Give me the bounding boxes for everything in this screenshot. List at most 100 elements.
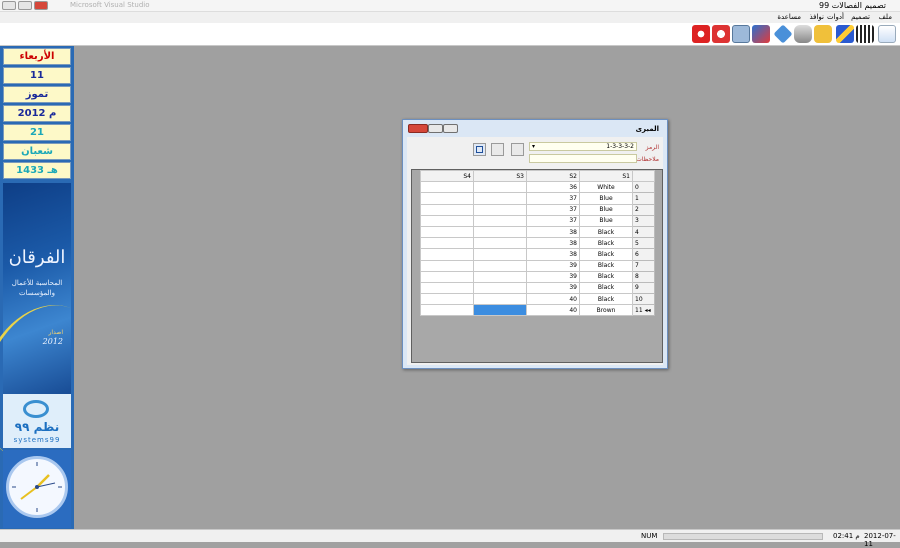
notes-field[interactable]: [529, 154, 637, 163]
cell-s1[interactable]: Black: [579, 248, 633, 261]
search-icon[interactable]: [712, 25, 730, 43]
delete-icon[interactable]: [511, 143, 524, 156]
row-index[interactable]: 4: [632, 225, 655, 239]
maximize-button[interactable]: [18, 1, 32, 10]
cell-s1[interactable]: Black: [579, 259, 633, 272]
dialog-minimize-button[interactable]: [443, 124, 458, 133]
dialog-close-button[interactable]: [408, 124, 428, 133]
cell-s2[interactable]: 38: [526, 237, 580, 250]
cell-s4[interactable]: [420, 181, 474, 194]
cell-s4[interactable]: [420, 237, 474, 250]
menu-tools[interactable]: أدوات: [827, 13, 844, 21]
cell-s1[interactable]: Black: [579, 281, 633, 295]
cell-s2[interactable]: 38: [526, 248, 580, 261]
cell-s3[interactable]: [473, 293, 527, 306]
table-row[interactable]: 37 Blue 3: [420, 214, 655, 227]
menu-windows[interactable]: نوافذ: [809, 13, 824, 21]
chevron-down-icon[interactable]: ▾: [532, 143, 535, 151]
sizes-grid[interactable]: S4 S3 S2 S1 36 White 0 37 Blue 1 37 Blue 2 37 B…: [411, 169, 663, 363]
lock-icon[interactable]: [814, 25, 832, 43]
col-header-s2[interactable]: S2: [526, 169, 580, 183]
code-combo[interactable]: 1-3-3-3-2 ▾: [529, 142, 637, 151]
cell-s2[interactable]: 39: [526, 259, 580, 272]
cell-s1[interactable]: Blue: [579, 203, 633, 216]
table-row[interactable]: 38 Black 5: [420, 237, 655, 250]
col-header-s4[interactable]: S4: [420, 169, 474, 183]
cell-s3[interactable]: [473, 214, 527, 227]
cell-s4[interactable]: [420, 281, 474, 295]
new-icon[interactable]: [878, 25, 896, 43]
cell-s4[interactable]: [420, 192, 474, 205]
table-row-current[interactable]: 40 Brown 11 ◂◂: [420, 304, 655, 317]
cell-s4[interactable]: [420, 225, 474, 239]
minimize-button[interactable]: [2, 1, 16, 10]
cell-s2[interactable]: 38: [526, 225, 580, 239]
close-button[interactable]: [34, 1, 48, 10]
cell-s2[interactable]: 37: [526, 203, 580, 216]
cell-s4[interactable]: [420, 203, 474, 216]
cell-s1[interactable]: Black: [579, 237, 633, 250]
cell-s1[interactable]: Blue: [579, 214, 633, 227]
col-header-s1[interactable]: S1: [579, 169, 633, 183]
cell-s1[interactable]: Black: [579, 225, 633, 239]
cell-s1[interactable]: White: [579, 181, 633, 194]
row-index[interactable]: 1: [632, 192, 655, 205]
cell-s1[interactable]: Brown: [579, 304, 633, 317]
cell-s2[interactable]: 40: [526, 293, 580, 306]
row-index[interactable]: 7: [632, 259, 655, 272]
table-row[interactable]: 39 Black 8: [420, 270, 655, 283]
cell-s3-selected[interactable]: [473, 304, 527, 317]
table-row[interactable]: 38 Black 4: [420, 225, 655, 239]
table-row[interactable]: 36 White 0: [420, 181, 655, 194]
cell-s1[interactable]: Black: [579, 293, 633, 306]
cell-s3[interactable]: [473, 181, 527, 194]
menu-design[interactable]: تصميم: [851, 13, 870, 21]
cell-s2[interactable]: 36: [526, 181, 580, 194]
cell-s4[interactable]: [420, 304, 474, 317]
brush-icon[interactable]: [836, 25, 854, 43]
row-index[interactable]: 2: [632, 203, 655, 216]
cell-s2[interactable]: 37: [526, 192, 580, 205]
row-index[interactable]: 10: [632, 293, 655, 306]
card-icon[interactable]: [752, 25, 770, 43]
table-row[interactable]: 37 Blue 2: [420, 203, 655, 216]
cell-s3[interactable]: [473, 270, 527, 283]
new-page-icon[interactable]: [491, 143, 504, 156]
table-row[interactable]: 39 Black 7: [420, 259, 655, 272]
power-icon[interactable]: [692, 25, 710, 43]
dialog-maximize-button[interactable]: [428, 124, 443, 133]
save-icon[interactable]: [473, 143, 486, 156]
cell-s4[interactable]: [420, 248, 474, 261]
cell-s3[interactable]: [473, 203, 527, 216]
col-header-s3[interactable]: S3: [473, 169, 527, 183]
table-row[interactable]: 38 Black 6: [420, 248, 655, 261]
cell-s3[interactable]: [473, 259, 527, 272]
cell-s2[interactable]: 37: [526, 214, 580, 227]
row-index[interactable]: 8: [632, 270, 655, 283]
cell-s3[interactable]: [473, 237, 527, 250]
cell-s2[interactable]: 39: [526, 270, 580, 283]
row-index[interactable]: 9: [632, 281, 655, 295]
cell-s4[interactable]: [420, 259, 474, 272]
menu-file[interactable]: ملف: [879, 13, 892, 21]
row-index[interactable]: 6: [632, 248, 655, 261]
row-index[interactable]: 3: [632, 214, 655, 227]
cell-s2[interactable]: 40: [526, 304, 580, 317]
cell-s3[interactable]: [473, 225, 527, 239]
row-index[interactable]: 0: [632, 181, 655, 194]
cell-s1[interactable]: Black: [579, 270, 633, 283]
cell-s2[interactable]: 39: [526, 281, 580, 295]
table-row[interactable]: 37 Blue 1: [420, 192, 655, 205]
barcode-icon[interactable]: [856, 25, 874, 43]
table-row[interactable]: 40 Black 10: [420, 293, 655, 306]
row-index[interactable]: 5: [632, 237, 655, 250]
cell-s1[interactable]: Blue: [579, 192, 633, 205]
cell-s3[interactable]: [473, 281, 527, 295]
diamond-icon[interactable]: [773, 24, 793, 44]
cell-s3[interactable]: [473, 192, 527, 205]
row-index[interactable]: 11 ◂◂: [632, 304, 655, 317]
database-icon[interactable]: [794, 25, 812, 43]
table-row[interactable]: 39 Black 9: [420, 281, 655, 295]
menu-help[interactable]: مساعدة: [777, 13, 801, 21]
cell-s4[interactable]: [420, 214, 474, 227]
